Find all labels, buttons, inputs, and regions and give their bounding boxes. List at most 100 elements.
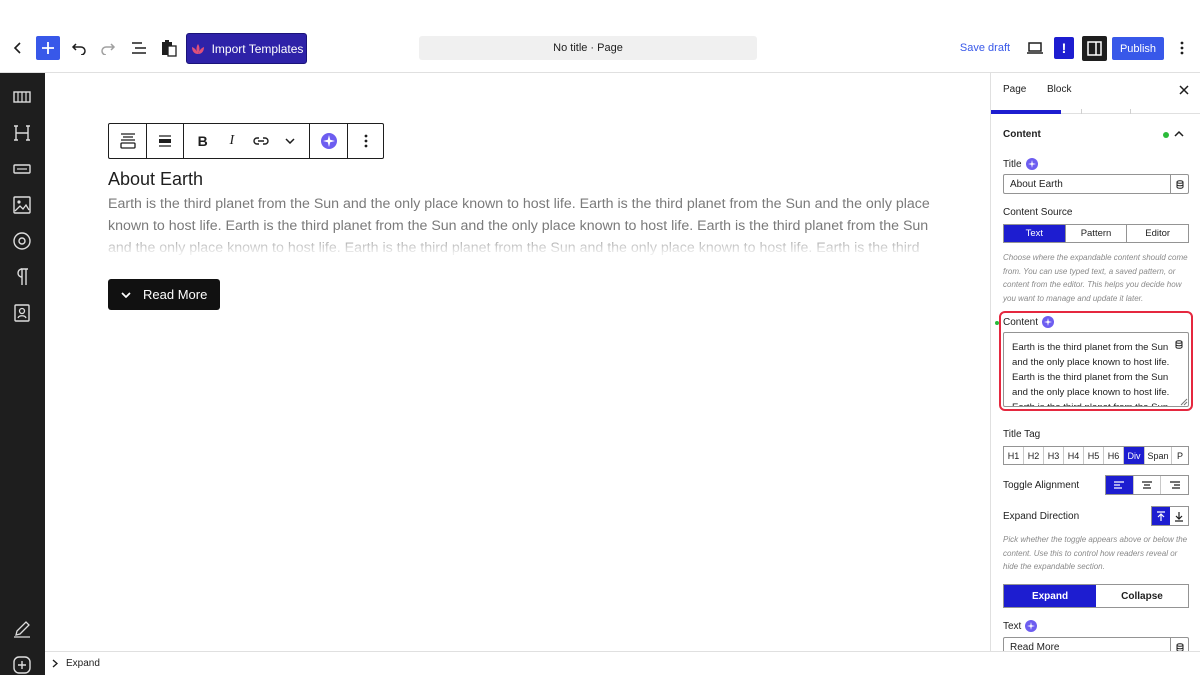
content-source-label-text: Content Source xyxy=(1003,207,1073,218)
read-more-toggle[interactable]: Read More xyxy=(108,279,220,310)
content-label: Content xyxy=(1003,316,1055,328)
title-tag-h2[interactable]: H2 xyxy=(1024,447,1044,464)
button-block-icon xyxy=(13,164,31,174)
options-button[interactable] xyxy=(1172,37,1192,59)
ai-sparkle-icon[interactable] xyxy=(1025,620,1038,632)
undo-button[interactable] xyxy=(68,36,90,60)
publish-button[interactable]: Publish xyxy=(1112,37,1164,60)
save-draft-button[interactable]: Save draft xyxy=(956,38,1014,58)
close-icon[interactable] xyxy=(1177,83,1191,97)
ai-assist-button[interactable] xyxy=(310,124,348,158)
title-tag-h5[interactable]: H5 xyxy=(1084,447,1104,464)
rail-add-button[interactable] xyxy=(10,653,34,675)
title-tag-h3[interactable]: H3 xyxy=(1044,447,1064,464)
lotus-icon xyxy=(191,43,204,54)
block-options-button[interactable] xyxy=(348,124,383,158)
ai-sparkle-icon[interactable] xyxy=(1042,316,1055,328)
rail-paragraph-button[interactable] xyxy=(10,265,34,289)
resize-handle-icon[interactable] xyxy=(1180,398,1188,406)
bold-button[interactable]: B xyxy=(189,124,216,158)
title-tag-span[interactable]: Span xyxy=(1145,447,1172,464)
rail-heading-button[interactable] xyxy=(10,121,34,145)
breadcrumb-item[interactable]: Expand xyxy=(66,658,100,669)
rail-profile-button[interactable] xyxy=(10,301,34,325)
plus-icon xyxy=(42,42,54,54)
profile-card-icon xyxy=(14,304,30,322)
content-source-editor[interactable]: Editor xyxy=(1127,225,1188,242)
block-heading[interactable]: About Earth xyxy=(108,169,203,190)
italic-button[interactable]: I xyxy=(218,124,245,158)
content-source-help: Choose where the expandable content shou… xyxy=(1003,253,1188,303)
preview-button[interactable] xyxy=(1024,38,1046,58)
more-vertical-icon xyxy=(1180,41,1184,55)
desktop-icon xyxy=(1027,42,1043,54)
title-tag-h1[interactable]: H1 xyxy=(1004,447,1024,464)
expand-block-icon xyxy=(119,133,136,149)
expand-down-button[interactable] xyxy=(1170,507,1188,525)
toggle-alignment-label: Toggle Alignment xyxy=(1003,480,1079,491)
title-tag-h4[interactable]: H4 xyxy=(1064,447,1084,464)
database-icon[interactable] xyxy=(1170,175,1188,193)
rail-target-button[interactable] xyxy=(10,229,34,253)
paragraph-icon xyxy=(17,268,28,285)
chevron-up-icon[interactable] xyxy=(1173,128,1185,140)
align-button[interactable] xyxy=(147,124,184,158)
title-input[interactable]: About Earth xyxy=(1003,174,1189,194)
more-formats-button[interactable] xyxy=(277,124,304,158)
align-left-icon xyxy=(1114,481,1125,489)
breadcrumb-bar: Expand xyxy=(45,651,1200,675)
text-input[interactable]: Read More xyxy=(1003,637,1189,651)
tab-block[interactable]: Block xyxy=(1047,84,1071,95)
undo-icon xyxy=(71,43,86,55)
chevron-down-icon xyxy=(285,138,295,144)
expand-up-button[interactable] xyxy=(1152,507,1170,525)
block-paragraph[interactable]: Earth is the third planet from the Sun a… xyxy=(108,193,930,263)
title-tag-label-text: Title Tag xyxy=(1003,429,1041,440)
document-title-bar[interactable]: No title · Page xyxy=(419,36,757,60)
content-source-text[interactable]: Text xyxy=(1004,225,1066,242)
title-tag-p[interactable]: P xyxy=(1172,447,1188,464)
clipboard-button[interactable] xyxy=(158,36,180,60)
redo-button[interactable] xyxy=(97,36,119,60)
ai-sparkle-icon[interactable] xyxy=(1025,158,1038,170)
database-icon[interactable] xyxy=(1172,337,1186,351)
sub-tab-separator xyxy=(1130,109,1131,114)
rail-columns-button[interactable] xyxy=(10,85,34,109)
title-label: Title xyxy=(1003,158,1038,170)
align-wide-icon xyxy=(159,135,171,147)
pencil-icon xyxy=(14,621,30,638)
add-block-button[interactable] xyxy=(36,36,60,60)
toggle-alignment-label-text: Toggle Alignment xyxy=(1003,480,1080,491)
save-draft-label: Save draft xyxy=(959,42,1011,54)
text-input-value: Read More xyxy=(1010,642,1060,651)
block-type-button[interactable] xyxy=(109,124,147,158)
content-source-pattern[interactable]: Pattern xyxy=(1066,225,1128,242)
rail-edit-button[interactable] xyxy=(10,617,34,641)
link-button[interactable] xyxy=(248,124,275,158)
expand-tab[interactable]: Expand xyxy=(1004,585,1096,607)
back-button[interactable] xyxy=(6,36,30,60)
content-label-text: Content xyxy=(1003,316,1039,328)
columns-icon xyxy=(13,91,31,103)
align-left-button[interactable] xyxy=(1106,476,1134,494)
document-overview-button[interactable] xyxy=(128,36,150,60)
title-label-text: Title xyxy=(1003,158,1022,170)
database-icon[interactable] xyxy=(1170,638,1188,651)
panel-title-content[interactable]: Content xyxy=(1003,129,1041,140)
rail-button-block[interactable] xyxy=(10,157,34,181)
tab-page[interactable]: Page xyxy=(1003,84,1026,95)
align-right-button[interactable] xyxy=(1161,476,1188,494)
title-tag-div[interactable]: Div xyxy=(1124,447,1145,464)
align-center-button[interactable] xyxy=(1134,476,1162,494)
rail-image-button[interactable] xyxy=(10,193,34,217)
collapse-tab[interactable]: Collapse xyxy=(1096,585,1188,607)
import-templates-button[interactable]: Import Templates xyxy=(186,33,307,64)
settings-sidebar-toggle[interactable] xyxy=(1082,36,1107,61)
alert-button[interactable]: ! xyxy=(1054,37,1074,59)
bold-icon: B xyxy=(197,133,208,149)
editor-canvas[interactable]: B I About Earth Earth is the third plane… xyxy=(45,73,990,651)
heading-icon xyxy=(14,125,30,141)
sidebar-icon xyxy=(1087,41,1102,56)
title-tag-h6[interactable]: H6 xyxy=(1104,447,1124,464)
content-textarea[interactable]: Earth is the third planet from the Sun a… xyxy=(1003,332,1189,407)
